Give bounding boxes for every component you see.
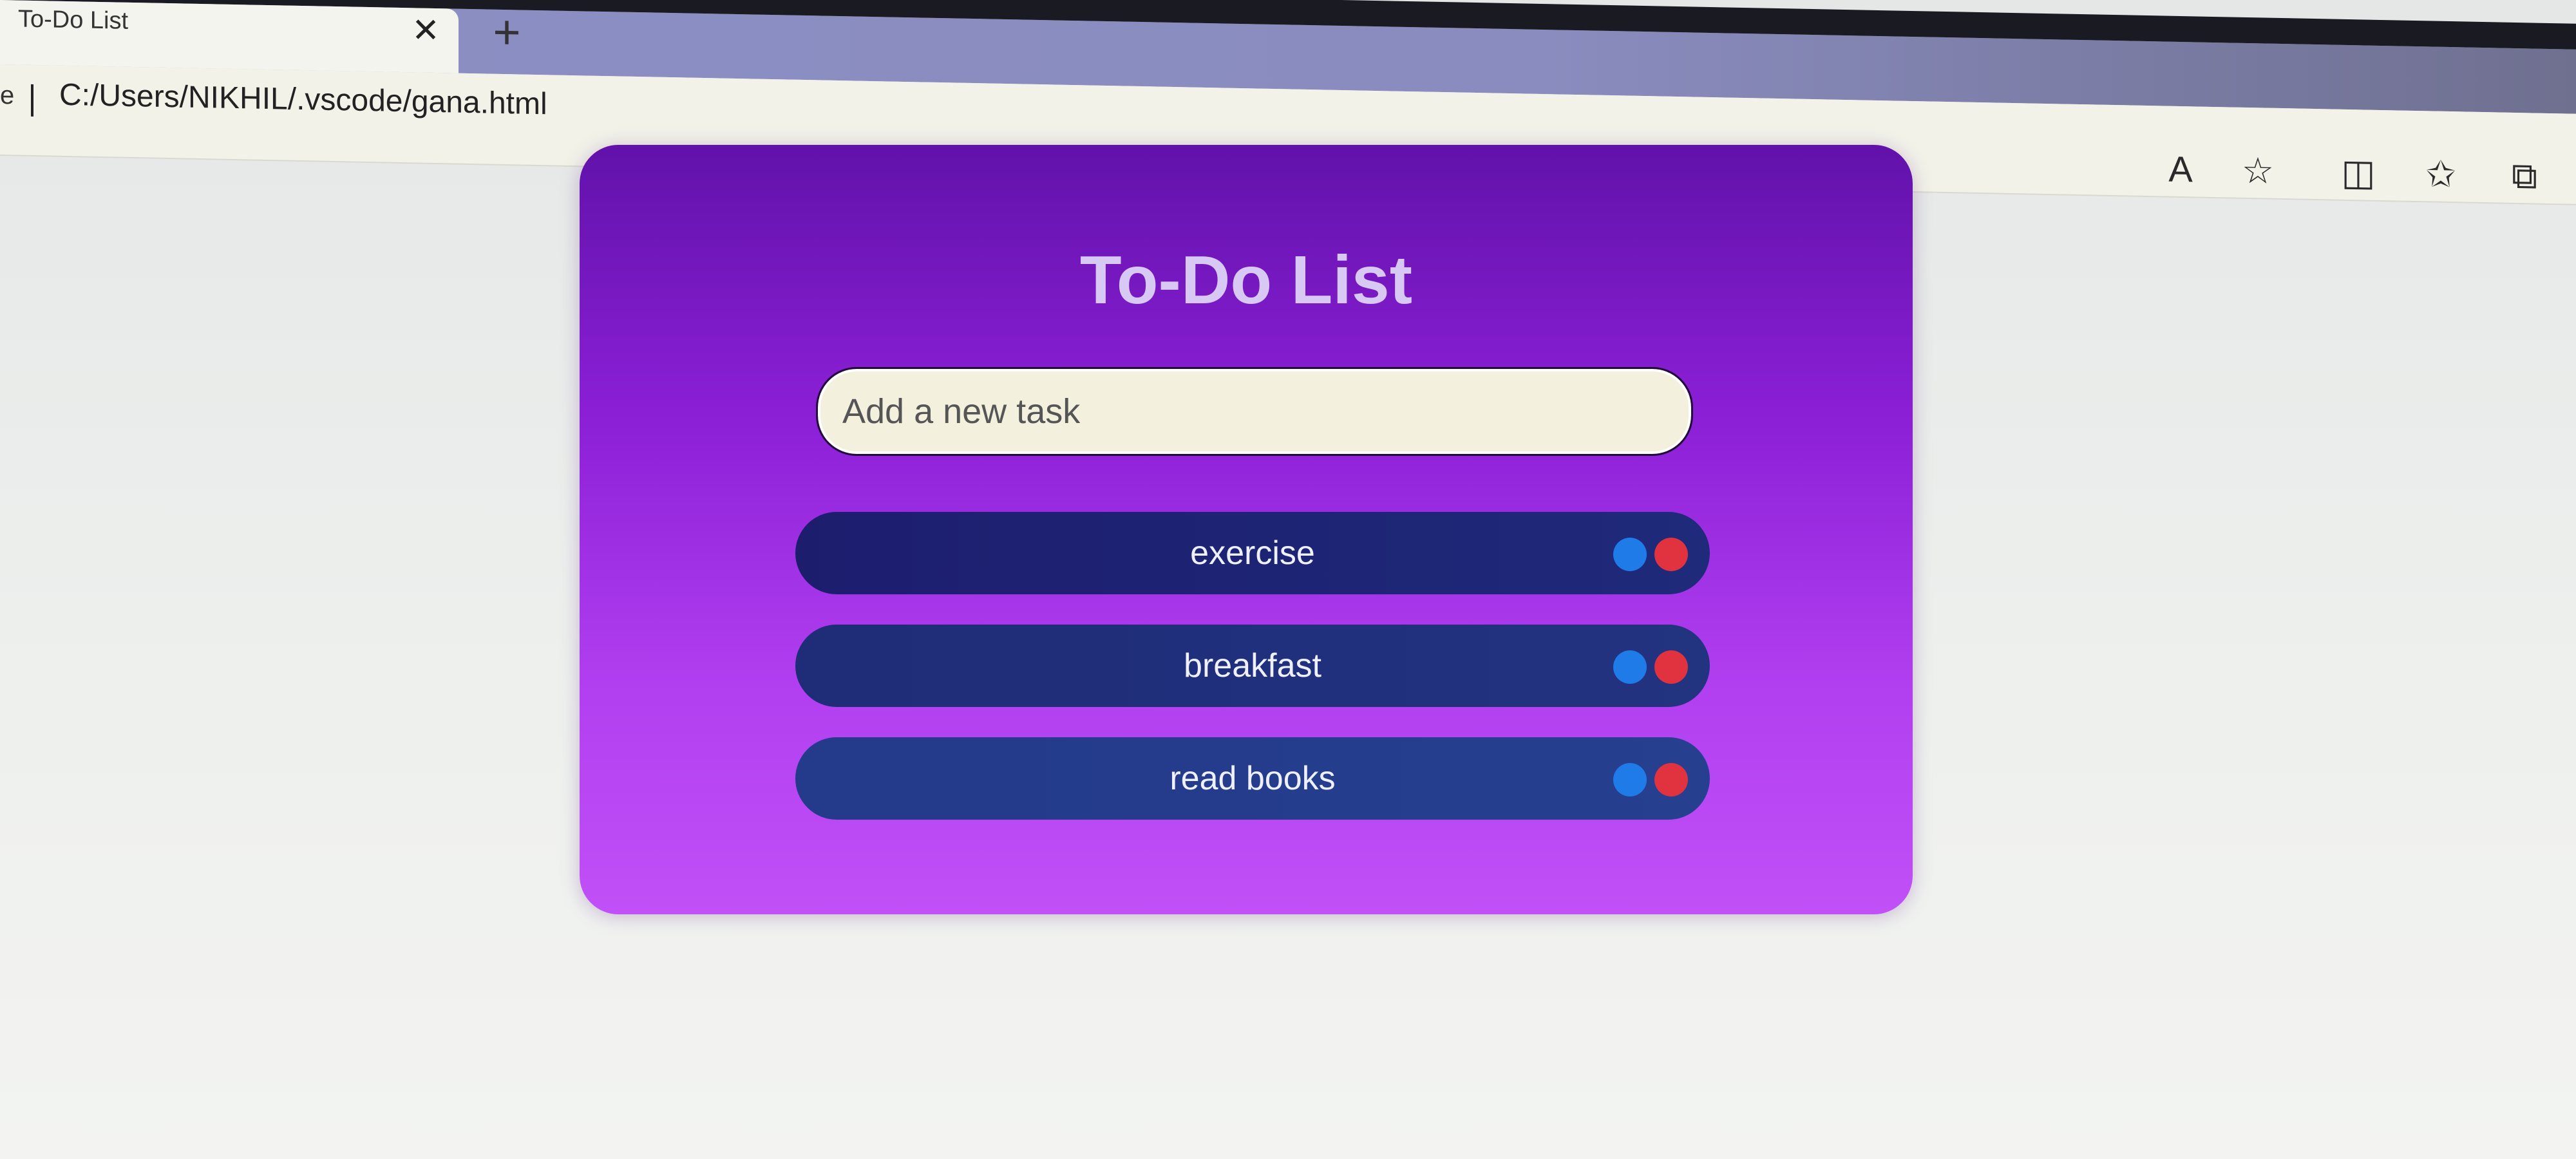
new-tab-button[interactable]: + <box>484 5 529 59</box>
read-aloud-icon[interactable]: A <box>2155 143 2206 196</box>
edit-task-button[interactable] <box>1613 763 1647 796</box>
address-separator <box>31 84 33 117</box>
collections-icon[interactable]: ⧉ <box>2499 149 2550 202</box>
favorites-list-icon[interactable]: ✩ <box>2415 148 2467 201</box>
delete-task-button[interactable] <box>1654 650 1688 684</box>
favorite-star-icon[interactable]: ☆ <box>2232 145 2284 198</box>
edit-task-button[interactable] <box>1613 538 1647 571</box>
delete-task-button[interactable] <box>1654 538 1688 571</box>
close-icon[interactable]: ✕ <box>410 10 442 51</box>
todo-card: To-Do List exercise breakfast read books <box>580 145 1913 914</box>
edit-task-button[interactable] <box>1613 650 1647 684</box>
delete-task-button[interactable] <box>1654 763 1688 796</box>
task-list: exercise breakfast read books <box>795 512 1710 850</box>
tab-title: To-Do List <box>18 5 129 35</box>
page-title: To-Do List <box>1079 242 1413 318</box>
task-label: exercise <box>1190 534 1315 572</box>
new-task-input[interactable] <box>816 367 1693 456</box>
task-item-exercise: exercise <box>795 512 1710 594</box>
browser-tab[interactable]: To-Do List ✕ <box>0 0 459 73</box>
url-field[interactable]: C:/Users/NIKHIL/.vscode/gana.html <box>59 77 547 122</box>
split-screen-icon[interactable]: ◫ <box>2333 147 2384 200</box>
task-item-breakfast: breakfast <box>795 625 1710 707</box>
site-info-icon[interactable]: e <box>0 81 14 110</box>
task-item-read-books: read books <box>795 737 1710 820</box>
task-label: read books <box>1170 760 1336 797</box>
task-label: breakfast <box>1184 647 1321 684</box>
